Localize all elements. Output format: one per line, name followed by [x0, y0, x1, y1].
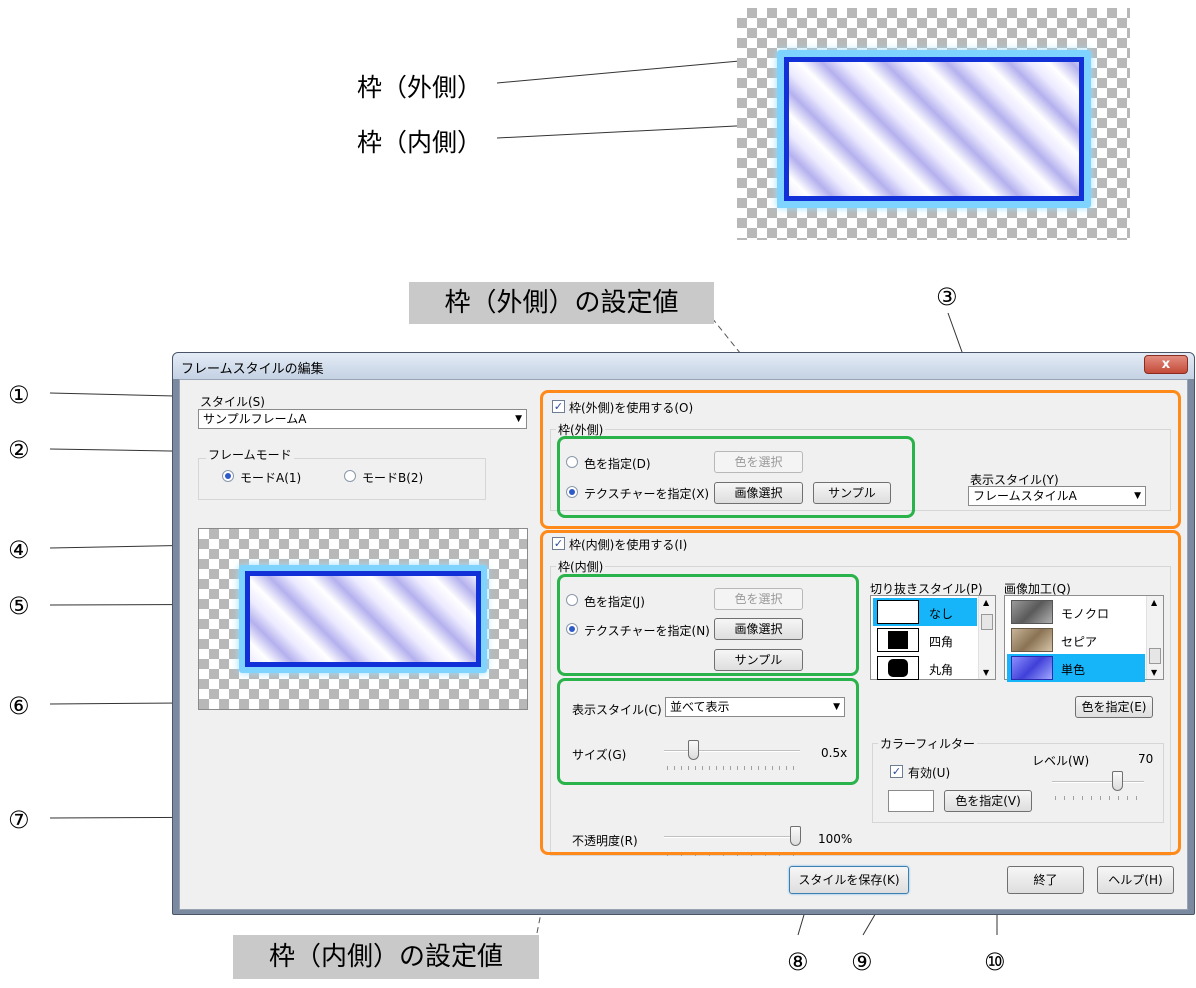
close-button[interactable]: x — [1144, 355, 1188, 374]
display-size-highlight — [557, 678, 859, 785]
title-bar: フレームスタイルの編集 x — [173, 353, 1194, 379]
inner-texture-highlight — [557, 574, 859, 676]
save-style-button[interactable]: スタイルを保存(K) — [789, 866, 909, 894]
marker-9: ⑨ — [851, 948, 873, 976]
marker-6: ⑥ — [8, 692, 30, 720]
chevron-down-icon: ▼ — [515, 414, 522, 424]
marker-10: ⑩ — [984, 948, 1006, 976]
frame-mode-label: フレームモード — [206, 446, 294, 463]
style-select[interactable]: サンプルフレームA ▼ — [198, 409, 527, 429]
style-select-value: サンプルフレームA — [203, 412, 307, 426]
marker-2: ② — [8, 436, 30, 464]
inner-frame-label: 枠（内側） — [357, 128, 483, 157]
exit-button[interactable]: 終了 — [1007, 866, 1084, 894]
style-label: スタイル(S) — [200, 395, 265, 409]
dialog-preview-texture — [245, 571, 481, 667]
top-preview-image — [737, 8, 1130, 240]
marker-5: ⑤ — [8, 592, 30, 620]
inner-settings-label: 枠（内側）の設定値 — [233, 935, 539, 979]
mode-a-label[interactable]: モードA(1) — [240, 469, 301, 486]
preview-inner-texture — [784, 57, 1084, 201]
help-button[interactable]: ヘルプ(H) — [1097, 866, 1174, 894]
mode-b-radio[interactable] — [344, 470, 356, 482]
outer-settings-label: 枠（外側）の設定値 — [409, 282, 714, 324]
marker-7: ⑦ — [8, 806, 30, 834]
marker-3: ③ — [936, 283, 958, 311]
mode-a-radio[interactable] — [222, 470, 234, 482]
dialog-preview-image — [198, 528, 528, 710]
marker-1: ① — [8, 381, 30, 409]
mode-b-label[interactable]: モードB(2) — [362, 469, 423, 486]
outer-frame-label: 枠（外側） — [357, 73, 483, 102]
window-title: フレームスタイルの編集 — [181, 362, 324, 377]
marker-4: ④ — [8, 536, 30, 564]
outer-texture-highlight — [557, 436, 915, 518]
marker-8: ⑧ — [787, 948, 809, 976]
